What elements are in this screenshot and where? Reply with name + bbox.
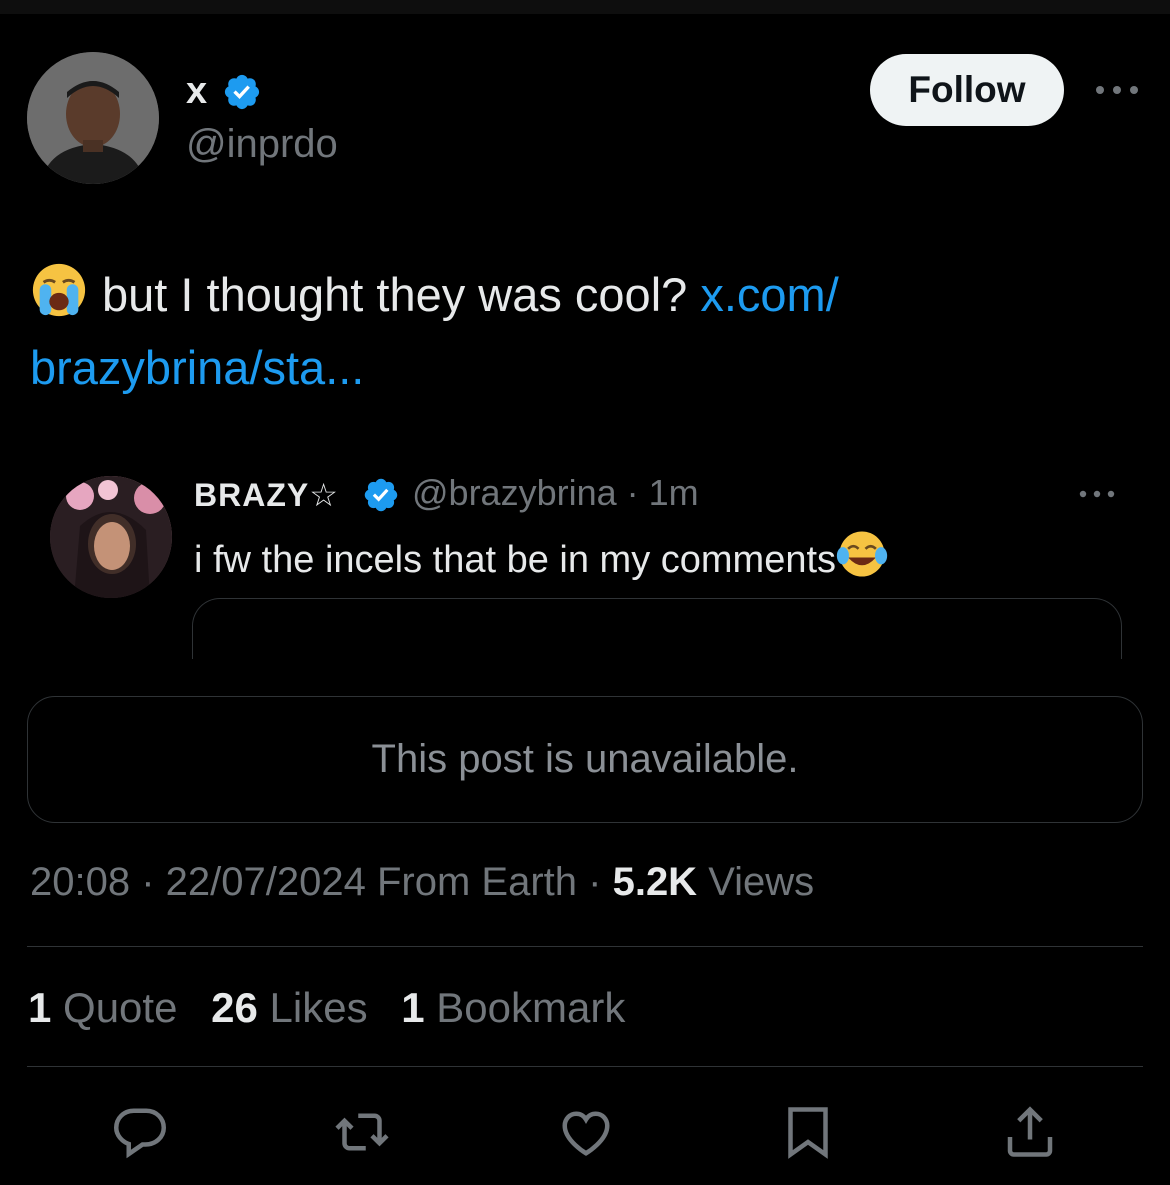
- quote-avatar-portrait-icon: [50, 476, 172, 598]
- verified-badge-icon: [224, 74, 260, 110]
- follow-button[interactable]: Follow: [870, 54, 1064, 126]
- likes-count: 26: [211, 984, 258, 1031]
- post-source: From Earth: [376, 860, 578, 904]
- quotes-count: 1: [28, 984, 52, 1031]
- post-unavailable-notice: This post is unavailable.: [27, 696, 1143, 823]
- post-meta: 20:08 · 22/07/2024 From Earth · 5.2K Vie…: [30, 860, 815, 904]
- author-name[interactable]: x: [186, 70, 207, 113]
- tweet-text-body: but I thought they was cool?: [102, 268, 688, 321]
- face-with-tears-of-joy-icon: [836, 531, 888, 577]
- loudly-crying-face-icon: [32, 263, 86, 317]
- quote-author-name[interactable]: BRAZY☆: [194, 476, 339, 514]
- likes-label: Likes: [269, 984, 368, 1031]
- post-unavailable-text: This post is unavailable.: [371, 737, 799, 781]
- share-button[interactable]: [998, 1100, 1062, 1164]
- quotes-label: Quote: [63, 984, 178, 1031]
- retweet-button[interactable]: [330, 1100, 394, 1164]
- share-icon: [1007, 1106, 1053, 1157]
- status-bar-strip: [0, 0, 1170, 14]
- tweet-link-part1[interactable]: x.com/: [700, 268, 838, 321]
- reply-icon: [113, 1108, 167, 1159]
- bookmarks-count: 1: [401, 984, 425, 1031]
- quote-media-card[interactable]: [192, 598, 1122, 659]
- like-icon: [562, 1111, 610, 1156]
- likes-stat[interactable]: 26 Likes: [211, 984, 367, 1032]
- quote-author-avatar[interactable]: [50, 476, 172, 598]
- views-count: 5.2K: [612, 860, 698, 904]
- post-time[interactable]: 20:08: [30, 860, 130, 904]
- divider-bottom: [27, 1066, 1143, 1067]
- quote-text-body: i fw the incels that be in my comments: [194, 539, 837, 581]
- like-button[interactable]: [554, 1100, 618, 1164]
- views-label: Views: [708, 860, 815, 904]
- author-avatar[interactable]: [27, 52, 159, 184]
- tweet-text: but I thought they was cool? x.com/brazy…: [30, 258, 1140, 404]
- bookmark-button[interactable]: [776, 1100, 840, 1164]
- post-date[interactable]: 22/07/2024: [166, 860, 366, 904]
- more-options-icon[interactable]: [1094, 80, 1140, 100]
- quote-more-options-icon[interactable]: [1078, 486, 1116, 502]
- divider-top: [27, 946, 1143, 947]
- engagement-stats: 1 Quote 26 Likes 1 Bookmark: [28, 984, 647, 1032]
- avatar-portrait-icon: [27, 52, 159, 184]
- reply-button[interactable]: [108, 1100, 172, 1164]
- quote-handle-time[interactable]: @brazybrina · 1m: [412, 472, 699, 514]
- bookmarks-label: Bookmark: [436, 984, 626, 1031]
- quotes-stat[interactable]: 1 Quote: [28, 984, 177, 1032]
- bookmarks-stat[interactable]: 1 Bookmark: [401, 984, 625, 1032]
- tweet-link-part2[interactable]: brazybrina/sta...: [30, 341, 364, 394]
- quote-verified-badge-icon: [364, 478, 398, 512]
- author-handle[interactable]: @inprdo: [186, 122, 338, 167]
- quote-text: i fw the incels that be in my comments: [194, 528, 888, 582]
- retweet-icon: [335, 1113, 389, 1151]
- bookmark-icon: [788, 1107, 828, 1159]
